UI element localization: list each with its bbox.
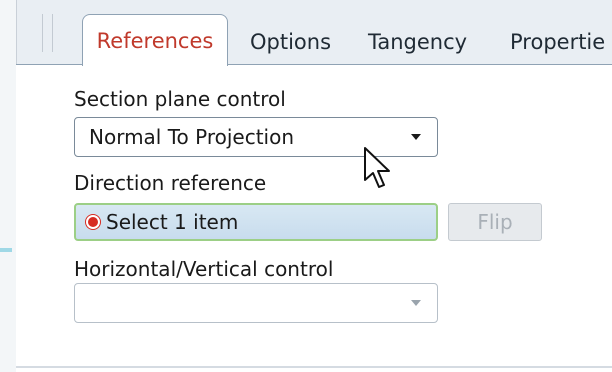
direction-reference-label: Direction reference bbox=[74, 171, 267, 195]
chevron-down-icon bbox=[411, 134, 421, 140]
left-strip bbox=[0, 0, 17, 372]
direction-reference-collector[interactable]: Select 1 item bbox=[74, 203, 438, 241]
tab-bar-separator bbox=[52, 14, 53, 52]
panel-bottom-edge bbox=[16, 366, 612, 368]
horizontal-vertical-control-dropdown[interactable] bbox=[74, 283, 438, 323]
tab-properties[interactable]: Propertie bbox=[510, 22, 605, 62]
tab-bar: References Options Tangency Propertie bbox=[72, 14, 612, 66]
left-strip-highlight bbox=[0, 248, 12, 252]
references-panel: Section plane control Normal To Projecti… bbox=[16, 64, 612, 372]
tab-options[interactable]: Options bbox=[250, 22, 331, 62]
flip-button[interactable]: Flip bbox=[448, 203, 542, 241]
tab-references[interactable]: References bbox=[82, 14, 228, 66]
section-plane-control-label: Section plane control bbox=[74, 87, 286, 111]
direction-reference-collector-text: Select 1 item bbox=[106, 210, 239, 234]
tab-tangency[interactable]: Tangency bbox=[368, 22, 467, 62]
tab-bar-separator bbox=[42, 14, 43, 52]
horizontal-vertical-control-label: Horizontal/Vertical control bbox=[74, 257, 334, 281]
section-plane-control-value: Normal To Projection bbox=[89, 125, 295, 149]
chevron-down-icon bbox=[411, 300, 421, 306]
required-dot-icon bbox=[86, 215, 100, 229]
mouse-pointer-icon bbox=[364, 147, 390, 188]
